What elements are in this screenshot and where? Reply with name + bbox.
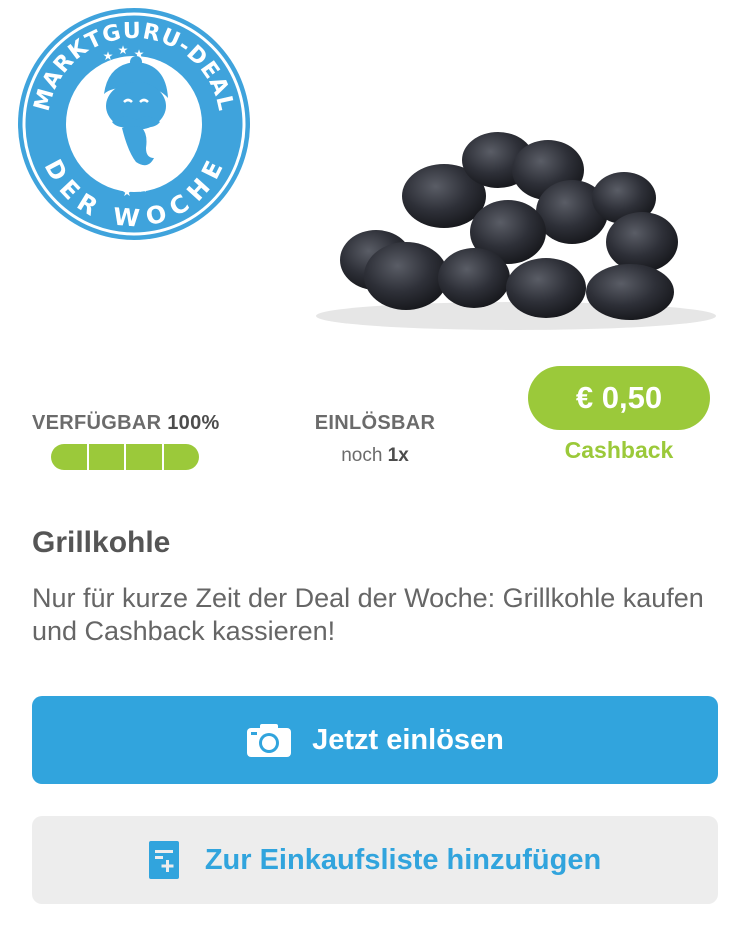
availability-bar	[51, 444, 199, 470]
redeemable-prefix: noch	[341, 445, 383, 466]
svg-text:★: ★	[118, 43, 129, 57]
svg-text:★: ★	[138, 181, 149, 195]
availability-label-text: VERFÜGBAR	[32, 412, 162, 434]
svg-text:★: ★	[122, 185, 133, 199]
availability-stat: VERFÜGBAR 100%	[32, 412, 232, 470]
availability-bar-segment	[163, 444, 199, 470]
redeem-button-label: Jetzt einlösen	[312, 723, 504, 756]
availability-bar-segment	[88, 444, 126, 470]
deal-of-week-badge: MARKTGURU-DEAL DER WOCHE ★ ★ ★ ★ ★★	[18, 8, 250, 240]
redeemable-remaining: noch 1x	[290, 445, 460, 467]
hero-section: MARKTGURU-DEAL DER WOCHE ★ ★ ★ ★ ★ ★	[0, 0, 750, 350]
svg-text:★: ★	[153, 173, 164, 187]
add-to-shopping-list-label: Zur Einkaufsliste hinzufügen	[204, 843, 602, 876]
redeemable-label: EINLÖSBAR	[314, 412, 436, 434]
availability-label: VERFÜGBAR 100%	[32, 412, 232, 435]
cashback-label: Cashback	[564, 437, 674, 463]
deal-description: Nur für kurze Zeit der Deal der Woche: G…	[32, 583, 704, 646]
redeemable-stat: EINLÖSBAR noch 1x	[290, 412, 460, 467]
shopping-list-add-icon	[148, 841, 179, 879]
svg-text:★: ★	[103, 49, 114, 63]
availability-bar-segment	[126, 444, 164, 470]
redeem-button[interactable]: Jetzt einlösen	[32, 696, 718, 784]
availability-value: 100%	[167, 412, 220, 434]
charcoal-briquettes-image	[316, 132, 716, 330]
cashback-amount-badge: € 0,50	[528, 366, 710, 430]
availability-bar-segment	[51, 444, 89, 470]
deal-title: Grillkohle	[32, 526, 171, 559]
add-to-shopping-list-button[interactable]: Zur Einkaufsliste hinzufügen	[32, 816, 718, 904]
redeemable-count: 1x	[387, 445, 409, 466]
camera-icon	[247, 724, 292, 757]
